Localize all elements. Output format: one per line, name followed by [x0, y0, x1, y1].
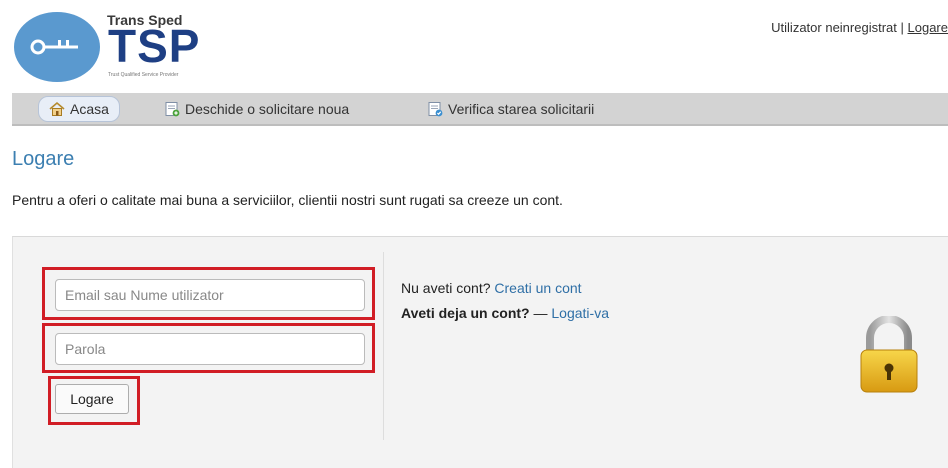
nav-item-ticket-status[interactable]: Verifica starea solicitarii	[427, 97, 594, 121]
main-navbar: Acasa Deschide o solicitare noua Verific…	[12, 93, 948, 126]
brand-logo[interactable]	[14, 12, 100, 82]
key-icon	[30, 39, 78, 55]
new-ticket-icon	[165, 102, 180, 117]
signup-prompt: Nu aveti cont? Creati un cont	[401, 280, 582, 296]
signin-prompt: Aveti deja un cont? — Logati-va	[401, 305, 609, 321]
username-highlight-box	[42, 267, 375, 320]
page-title: Logare	[12, 148, 75, 170]
brand-tagline: Trust Qualified Service Provider	[108, 72, 179, 78]
nav-item-home[interactable]: Acasa	[38, 96, 120, 122]
page-intro: Pentru a oferi o calitate mai buna a ser…	[12, 192, 563, 208]
nav-item-new-ticket[interactable]: Deschide o solicitare noua	[164, 97, 349, 121]
brand-mark: TSP	[108, 20, 201, 72]
nav-item-home-label: Acasa	[70, 101, 109, 117]
padlock-icon	[860, 316, 918, 393]
home-icon	[49, 101, 65, 116]
header-separator: |	[900, 20, 904, 35]
nav-item-ticket-status-label: Verifica starea solicitarii	[448, 101, 595, 117]
password-highlight-box	[42, 323, 375, 373]
header-login-link[interactable]: Logare	[908, 20, 948, 35]
user-status: Utilizator neinregistrat | Logare	[771, 20, 948, 35]
no-account-text: Nu aveti cont?	[401, 280, 491, 296]
create-account-link[interactable]: Creati un cont	[494, 280, 581, 296]
ticket-status-icon	[428, 102, 443, 117]
login-button-highlight-box	[48, 376, 140, 425]
has-account-text: Aveti deja un cont?	[401, 305, 530, 321]
panel-divider	[383, 252, 384, 440]
signin-dash: —	[533, 305, 548, 321]
nav-item-new-ticket-label: Deschide o solicitare noua	[185, 101, 350, 117]
user-status-label: Utilizator neinregistrat	[771, 20, 897, 35]
signin-link[interactable]: Logati-va	[551, 305, 609, 321]
